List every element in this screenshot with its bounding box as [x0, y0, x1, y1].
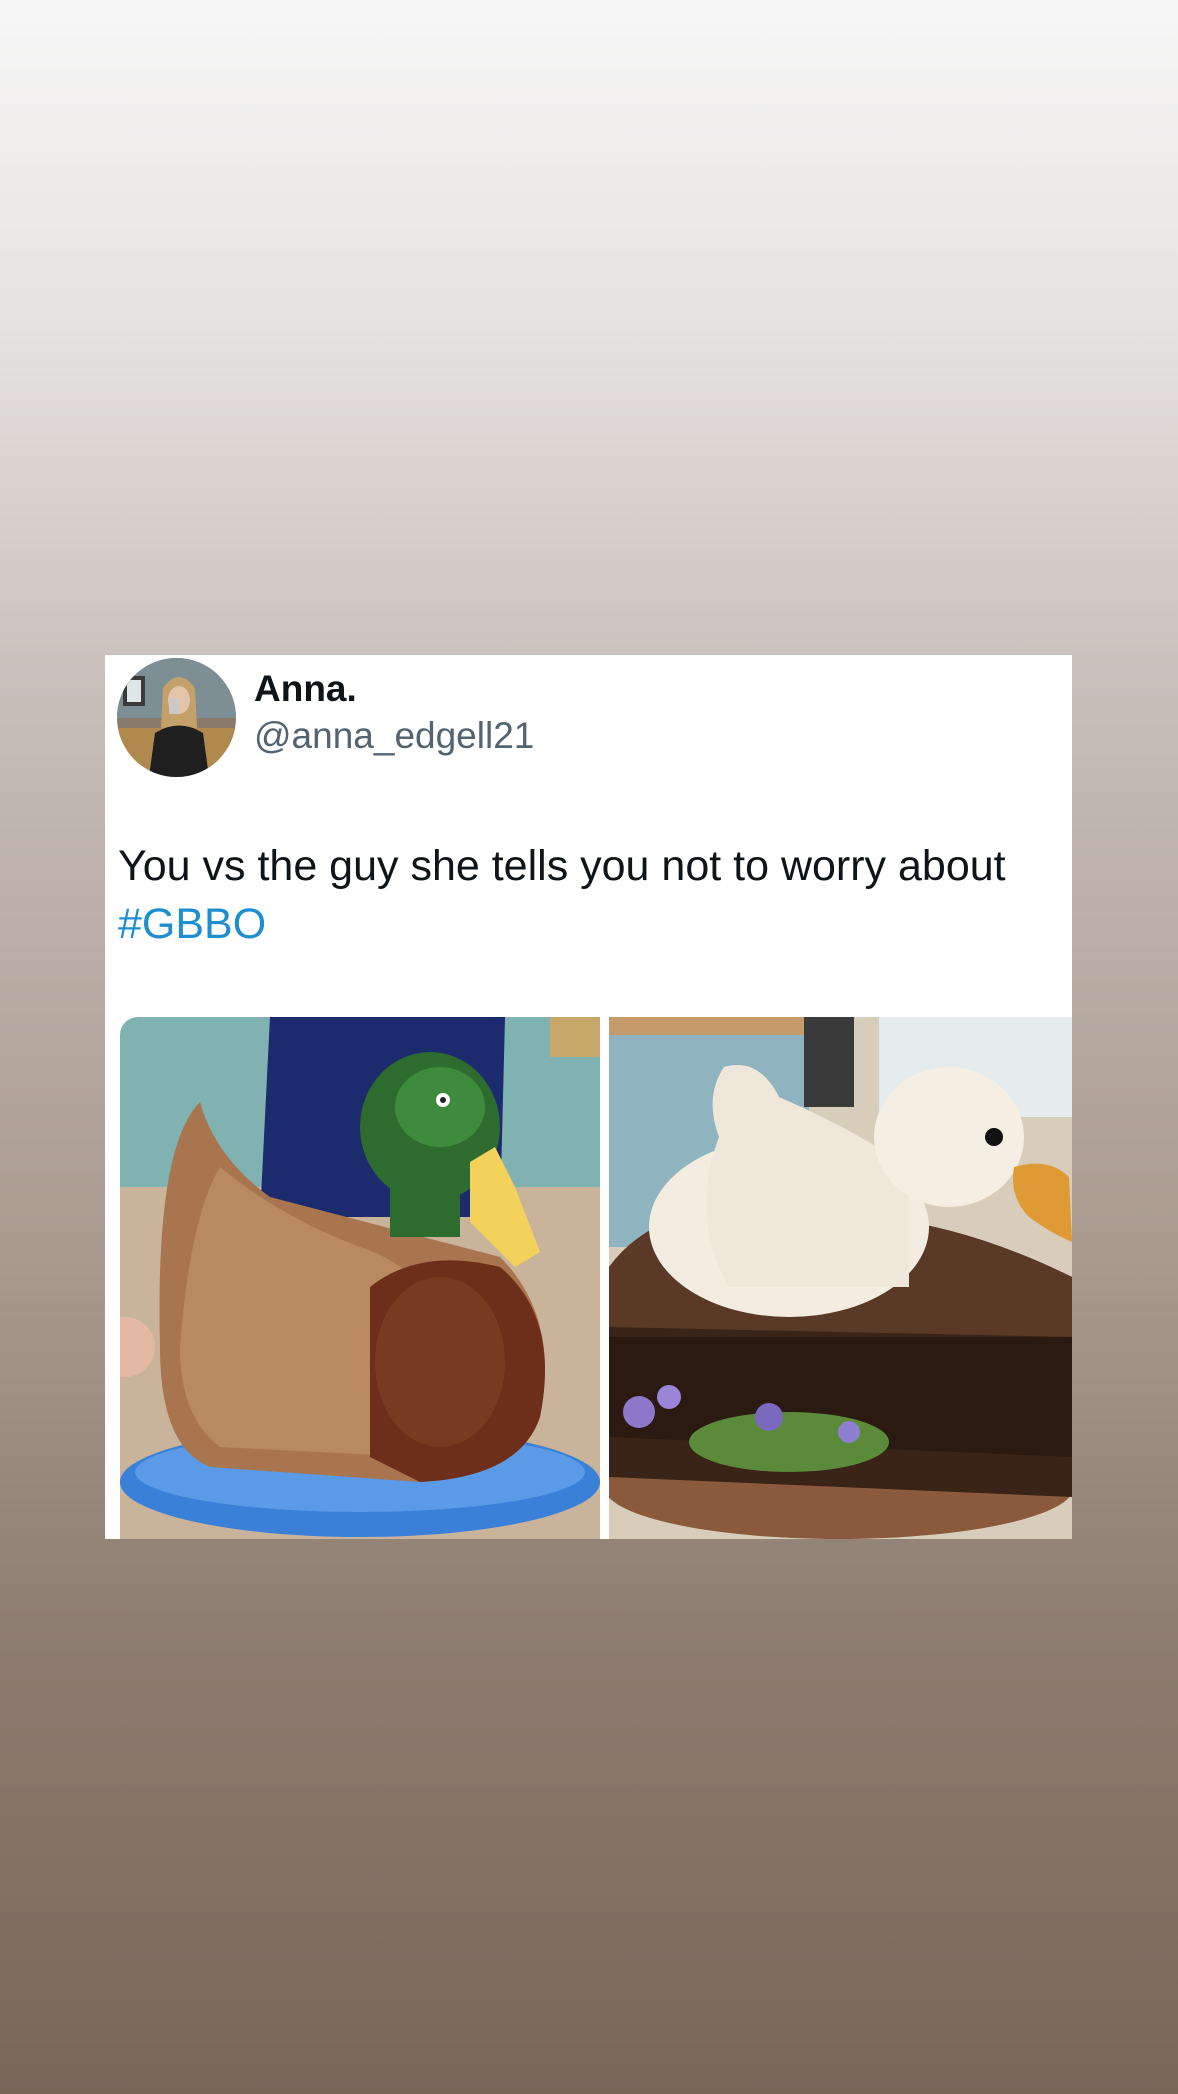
- avatar[interactable]: [117, 658, 236, 777]
- tweet-text: You vs the guy she tells you not to worr…: [118, 837, 1068, 953]
- display-name[interactable]: Anna.: [254, 668, 357, 710]
- tweet-body: You vs the guy she tells you not to worr…: [118, 842, 1006, 890]
- tweet-media: [120, 1017, 1072, 1539]
- mallard-duck-cake-photo[interactable]: [120, 1017, 600, 1539]
- white-duck-cake-photo[interactable]: [609, 1017, 1072, 1539]
- hashtag-link[interactable]: #GBBO: [118, 900, 266, 948]
- handle[interactable]: @anna_edgell21: [254, 715, 534, 757]
- tweet-card[interactable]: Anna. @anna_edgell21 You vs the guy she …: [105, 655, 1072, 1539]
